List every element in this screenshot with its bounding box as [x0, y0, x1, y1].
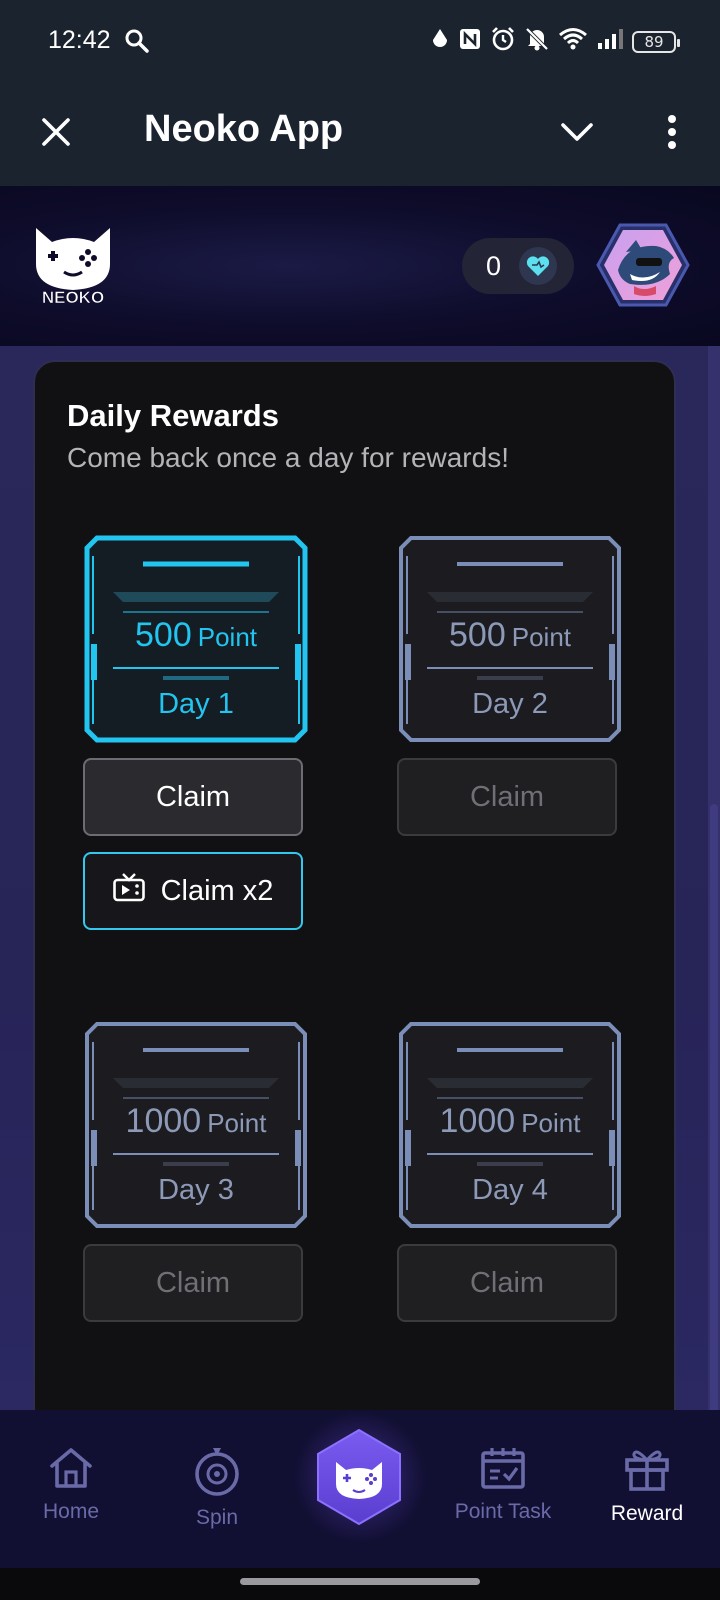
- daily-rewards-card: Daily Rewards Come back once a day for r…: [33, 360, 676, 1440]
- neoko-logo[interactable]: NEOKO: [30, 226, 116, 307]
- nav-label: Home: [42, 1500, 100, 1523]
- claim-x2-label: Claim x2: [160, 874, 274, 907]
- reward-tile-day-1[interactable]: 500 Point Day 1: [83, 534, 309, 744]
- nav-item-home[interactable]: Home: [6, 1446, 136, 1524]
- gift-icon: [625, 1450, 669, 1491]
- reward-unit: Point: [521, 1108, 581, 1138]
- reward-points: 1000 Point: [397, 1102, 623, 1141]
- wifi-icon: [558, 27, 588, 56]
- nav-label: Point Task: [454, 1500, 552, 1523]
- claim-button-day-3[interactable]: Claim: [83, 1244, 303, 1322]
- nav-item-point-task[interactable]: Point Task: [438, 1446, 568, 1524]
- nav-item-spin[interactable]: Spin: [152, 1446, 282, 1530]
- scrollbar[interactable]: [708, 346, 720, 1510]
- reward-amount: 1000: [439, 1102, 516, 1140]
- claim-button-day-4[interactable]: Claim: [397, 1244, 617, 1322]
- home-indicator[interactable]: [240, 1578, 480, 1585]
- claim-button-day-1[interactable]: Claim: [83, 758, 303, 836]
- card-title: Daily Rewards: [67, 398, 279, 433]
- points-balance[interactable]: 0: [462, 238, 574, 294]
- reward-tile-day-2[interactable]: 500 Point Day 2: [397, 534, 623, 744]
- more-menu-button[interactable]: [650, 108, 694, 156]
- app-header: NEOKO 0: [0, 186, 720, 346]
- alarm-icon: [490, 26, 516, 57]
- nav-item-game-center[interactable]: [314, 1428, 404, 1526]
- nfc-icon: [458, 27, 482, 56]
- nav-item-reward[interactable]: Reward: [582, 1446, 712, 1526]
- reward-tile-day-4[interactable]: 1000 Point Day 4: [397, 1020, 623, 1230]
- chevron-down-icon: [561, 123, 593, 141]
- close-button[interactable]: [34, 110, 78, 154]
- reward-day-label: Day 4: [472, 1174, 548, 1206]
- reward-day-label: Day 2: [472, 688, 548, 720]
- status-time: 12:42: [48, 26, 111, 54]
- reward-unit: Point: [207, 1108, 267, 1138]
- data-saver-icon: [430, 27, 450, 56]
- reward-amount: 500: [135, 616, 192, 654]
- points-value: 0: [486, 250, 502, 281]
- nav-label: Reward: [610, 1502, 684, 1525]
- collapse-button[interactable]: [555, 110, 599, 154]
- status-icons: 89: [430, 26, 680, 57]
- spin-icon: [195, 1448, 239, 1496]
- system-navigation-bar: [0, 1568, 720, 1600]
- reward-points: 500 Point: [83, 616, 309, 655]
- status-bar: 12:42 89: [0, 0, 720, 84]
- calendar-check-icon: [481, 1448, 525, 1489]
- card-subtitle: Come back once a day for rewards!: [67, 442, 509, 473]
- claim-x2-button[interactable]: Claim x2: [83, 852, 303, 930]
- search-icon: [124, 28, 150, 59]
- reward-amount: 500: [449, 616, 506, 654]
- reward-day-label: Day 1: [158, 688, 234, 720]
- reward-amount: 1000: [125, 1102, 202, 1140]
- mute-icon: [524, 26, 550, 57]
- page-title: Neoko App: [144, 108, 344, 150]
- battery-icon: 89: [632, 30, 680, 53]
- reward-points: 500 Point: [397, 616, 623, 655]
- bottom-nav: Home Spin Point Task Reward: [0, 1410, 720, 1568]
- scrollbar-thumb[interactable]: [710, 804, 718, 1510]
- more-vertical-icon: [668, 115, 676, 149]
- reward-points: 1000 Point: [83, 1102, 309, 1141]
- signal-icon: [596, 27, 624, 56]
- svg-text:NEOKO: NEOKO: [42, 288, 104, 306]
- avatar[interactable]: [596, 222, 690, 308]
- game-cat-icon: [317, 1428, 401, 1526]
- reward-unit: Point: [197, 622, 257, 652]
- tv-icon: [112, 872, 145, 910]
- nav-label: Spin: [195, 1506, 239, 1529]
- reward-day-label: Day 3: [158, 1174, 234, 1206]
- home-icon: [50, 1448, 92, 1488]
- claim-button-day-2[interactable]: Claim: [397, 758, 617, 836]
- app-bar: Neoko App: [0, 84, 720, 186]
- reward-tile-day-3[interactable]: 1000 Point Day 3: [83, 1020, 309, 1230]
- close-icon: [42, 118, 70, 146]
- heart-icon: [519, 247, 558, 285]
- reward-unit: Point: [511, 622, 571, 652]
